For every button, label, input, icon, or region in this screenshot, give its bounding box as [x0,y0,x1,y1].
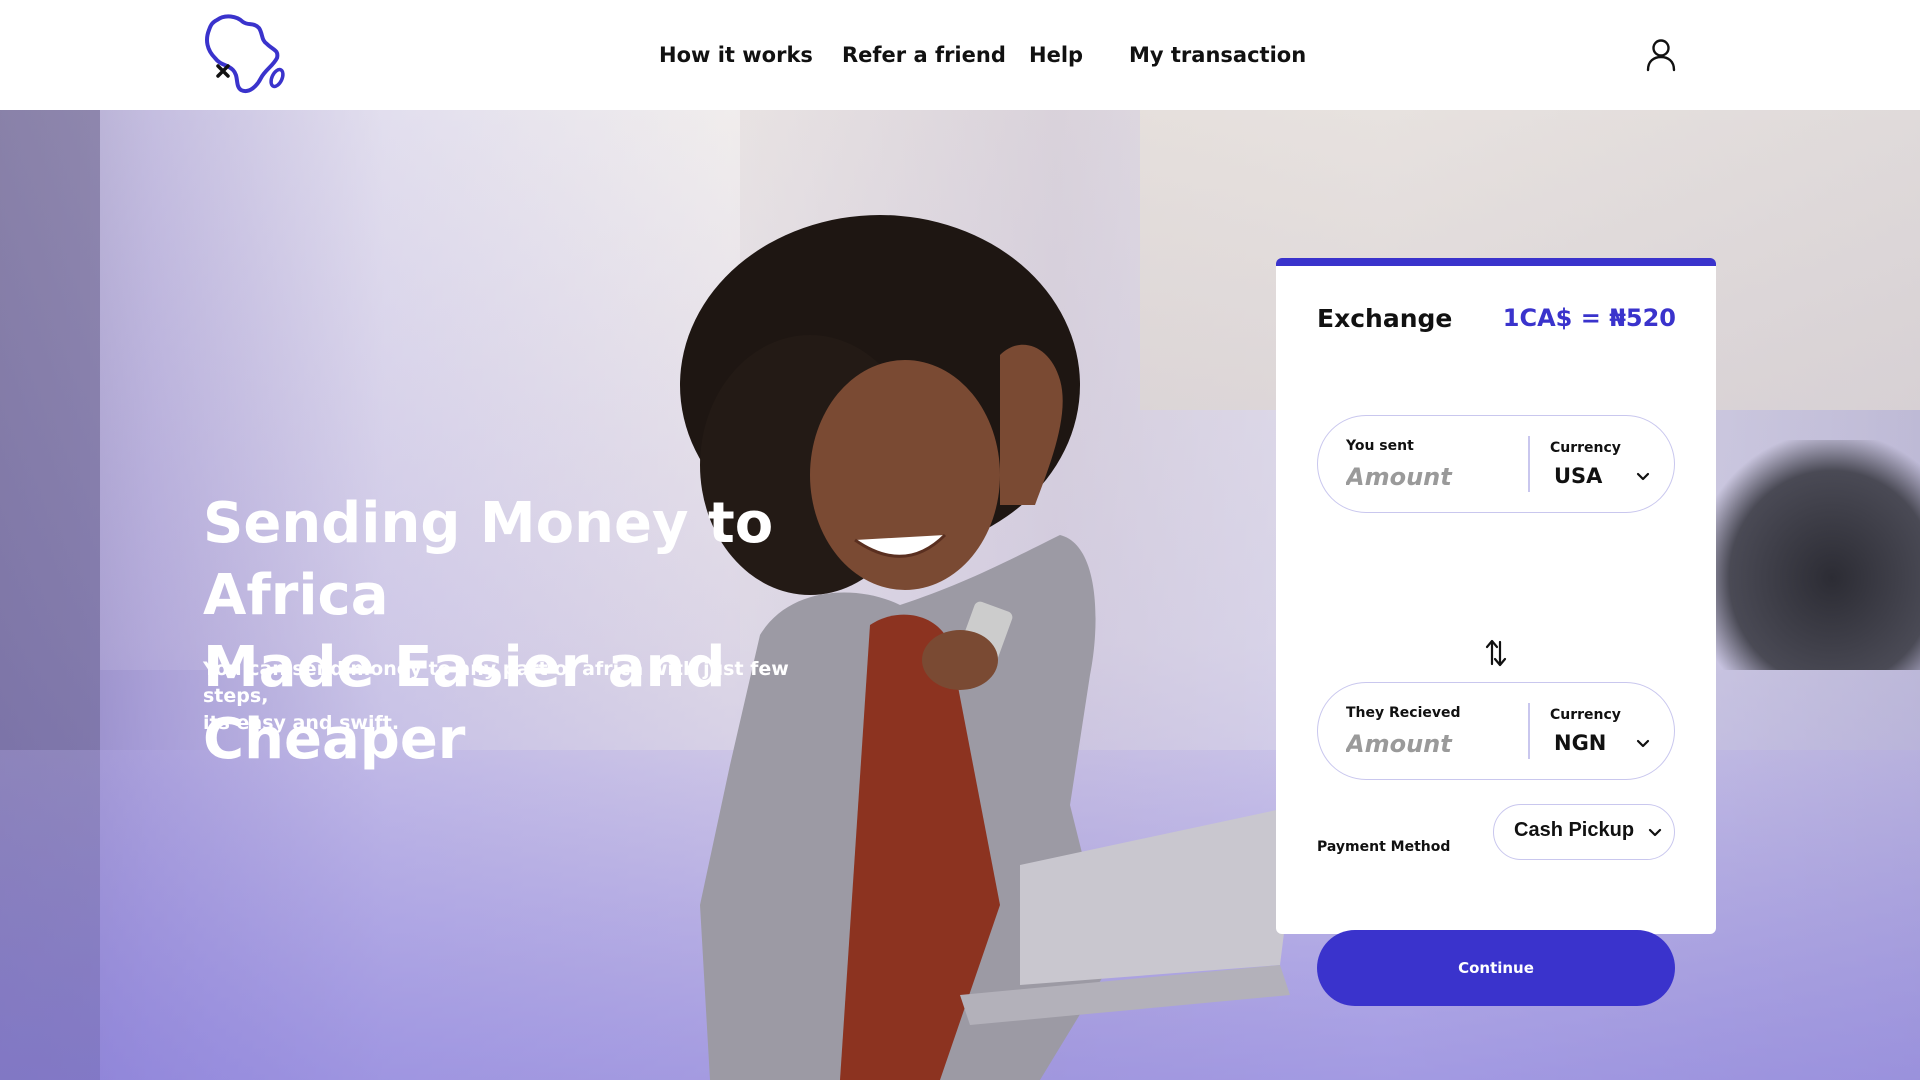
payment-method-label: Payment Method [1317,839,1451,855]
top-header: How it works Refer a friend Help My tran… [0,0,1920,110]
swap-vertical-icon[interactable] [1484,638,1508,668]
sent-currency-label: Currency [1550,440,1621,456]
nav-help[interactable]: Help [1029,43,1083,67]
user-icon[interactable] [1643,37,1679,73]
sent-currency-value: USA [1554,464,1603,488]
chevron-down-icon [1636,472,1650,481]
they-received-field: They Recieved Currency NGN [1317,682,1675,780]
received-currency-select[interactable]: NGN [1554,731,1650,761]
nav-my-transaction[interactable]: My transaction [1129,43,1306,67]
nav-refer-a-friend[interactable]: Refer a friend [842,43,1006,67]
field-divider [1528,436,1530,492]
exchange-rate: 1CA$ = ₦520 [1502,304,1676,332]
they-received-amount-input[interactable] [1346,727,1516,761]
field-divider [1528,703,1530,759]
you-sent-label: You sent [1346,438,1414,454]
received-currency-value: NGN [1554,731,1607,755]
hero-section: Sending Money to Africa Made Easier and … [0,110,1920,1080]
exchange-title: Exchange [1317,304,1453,333]
hero-title-line-1: Sending Money to Africa [203,491,774,628]
you-sent-amount-input[interactable] [1346,460,1516,494]
payment-method-select[interactable]: Cash Pickup [1493,804,1675,860]
chevron-down-icon [1636,739,1650,748]
sent-currency-select[interactable]: USA [1554,464,1650,494]
hero-subtitle-line-2: its easy and swift. [203,712,400,734]
main-nav: How it works Refer a friend Help My tran… [0,43,1920,73]
payment-method-value: Cash Pickup [1514,819,1635,841]
hero-subtitle: You can send money to any part of africa… [203,656,843,737]
nav-how-it-works[interactable]: How it works [659,43,813,67]
you-sent-field: You sent Currency USA [1317,415,1675,513]
exchange-card: Exchange 1CA$ = ₦520 You sent Currency U… [1276,258,1716,1006]
they-received-label: They Recieved [1346,705,1461,721]
hero-subtitle-line-1: You can send money to any part of africa… [203,658,789,707]
background-car [1700,440,1920,670]
received-currency-label: Currency [1550,707,1621,723]
chevron-down-icon [1648,828,1662,837]
continue-button[interactable]: Continue [1317,930,1675,1006]
